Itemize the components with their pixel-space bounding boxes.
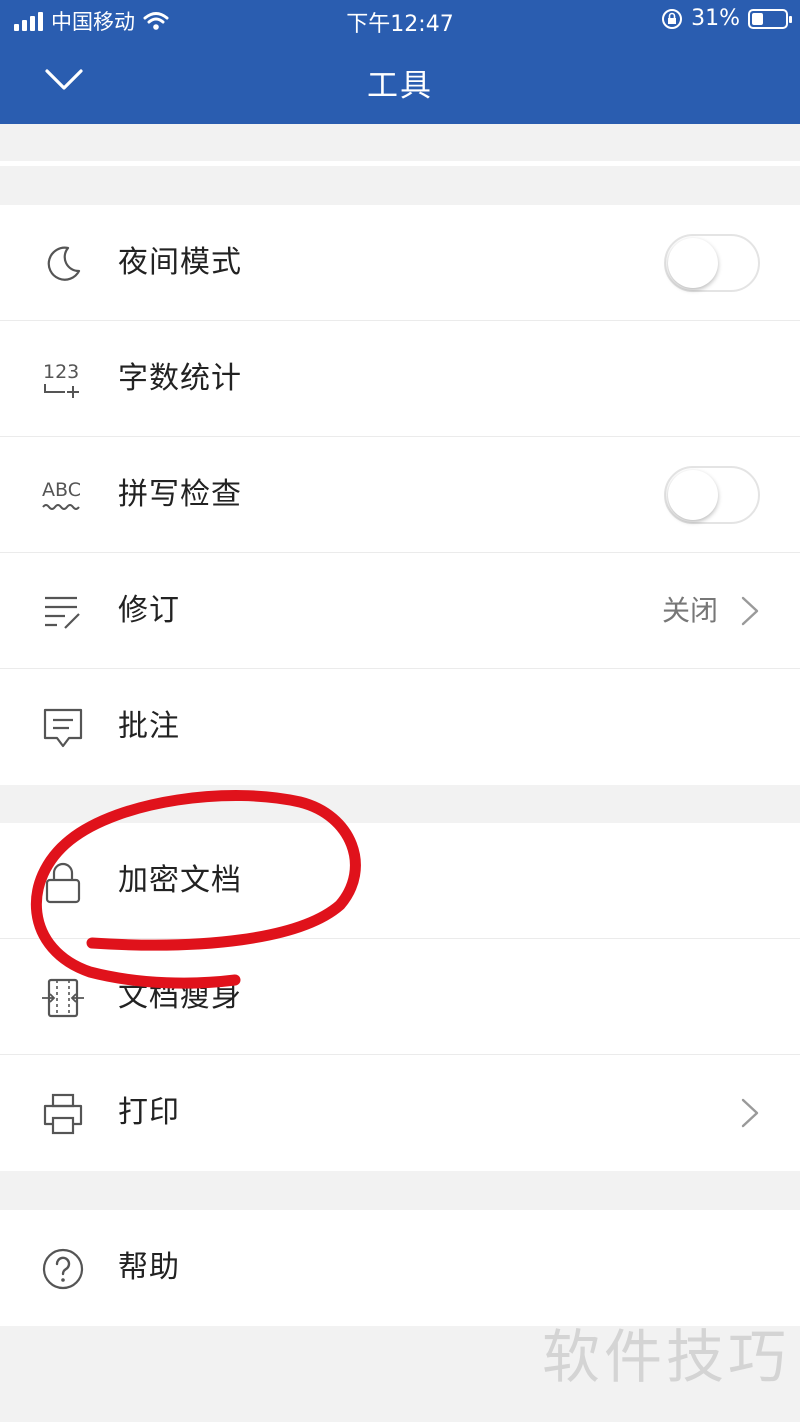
revision-label: 修订 [118,593,180,628]
print-label: 打印 [118,1095,180,1130]
spell-check-icon: ABC [42,479,81,510]
comment-row[interactable]: 批注 [0,669,800,785]
view-tools-group: 夜间模式 123 字数统计 ABC 拼写检查 修订 关闭 批注 [0,205,800,785]
document-slim-label: 文档瘦身 [118,979,242,1014]
app-header: 中国移动 下午12:47 31% 工具 [0,0,800,124]
spell-check-toggle[interactable] [664,466,760,524]
divider [0,161,800,166]
help-group: 帮助 [0,1210,800,1326]
printer-icon [43,1093,83,1135]
revision-row[interactable]: 修订 关闭 [0,553,800,669]
help-label: 帮助 [118,1250,180,1285]
night-mode-label: 夜间模式 [118,245,242,280]
lock-icon [45,862,81,904]
help-row[interactable]: 帮助 [0,1210,800,1326]
svg-text:ABC: ABC [42,479,81,501]
word-count-label: 字数统计 [118,361,242,396]
night-mode-row[interactable]: 夜间模式 [0,205,800,321]
encrypt-document-row[interactable]: 加密文档 [0,823,800,939]
watermark: 软件技巧 [541,1323,790,1391]
print-row[interactable]: 打印 [0,1055,800,1171]
spell-check-label: 拼写检查 [118,477,242,512]
spell-check-row[interactable]: ABC 拼写检查 [0,437,800,553]
moon-icon [47,246,81,281]
battery-icon [748,8,792,29]
rotation-lock-icon [662,8,683,29]
svg-text:123: 123 [43,361,79,383]
comment-icon [43,708,83,748]
revision-status: 关闭 [661,594,718,627]
page-title: 工具 [367,68,433,104]
chevron-right-icon [741,596,759,626]
battery-percent: 31% [691,6,740,31]
document-slim-row[interactable]: 文档瘦身 [0,939,800,1055]
word-count-row[interactable]: 123 字数统计 [0,321,800,437]
word-count-icon: 123 [43,361,79,398]
help-icon [42,1248,84,1290]
document-tools-group: 加密文档 文档瘦身 打印 [0,823,800,1171]
night-mode-toggle[interactable] [664,234,760,292]
comment-label: 批注 [118,709,180,744]
chevron-right-icon [741,1098,759,1128]
status-bar: 中国移动 下午12:47 31% [0,0,800,40]
compress-icon [42,978,84,1018]
encrypt-document-label: 加密文档 [118,863,242,898]
revision-icon [45,596,80,629]
